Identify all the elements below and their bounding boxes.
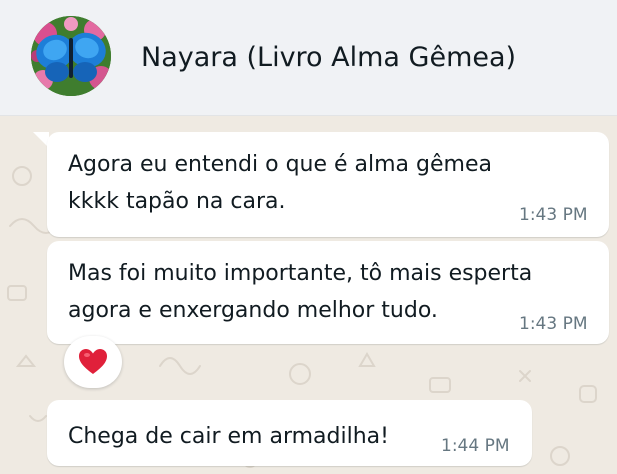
message-timestamp: 1:43 PM xyxy=(519,205,588,225)
message-text-line: Chega de cair em armadilha! xyxy=(68,424,389,449)
message-timestamp: 1:44 PM xyxy=(441,436,510,456)
message-text-line: Mas foi muito importante, tô mais espert… xyxy=(68,261,533,286)
contact-avatar[interactable] xyxy=(31,16,111,96)
message-text-line: Agora eu entendi o que é alma gêmea xyxy=(68,152,492,177)
message-text-line: kkkk tapão na cara. xyxy=(68,189,286,214)
message-text-line: agora e enxergando melhor tudo. xyxy=(68,298,438,323)
chat-header[interactable]: Nayara (Livro Alma Gêmea) xyxy=(0,0,617,116)
butterfly-icon xyxy=(31,16,111,96)
message-timestamp: 1:43 PM xyxy=(519,314,588,334)
reaction-badge[interactable] xyxy=(64,336,122,388)
contact-name[interactable]: Nayara (Livro Alma Gêmea) xyxy=(141,40,516,76)
red-heart-icon xyxy=(79,349,107,374)
message-bubble[interactable]: Chega de cair em armadilha! 1:44 PM xyxy=(47,400,532,466)
message-bubble[interactable]: Agora eu entendi o que é alma gêmea kkkk… xyxy=(47,132,609,237)
message-bubble[interactable]: Mas foi muito importante, tô mais espert… xyxy=(47,241,609,344)
